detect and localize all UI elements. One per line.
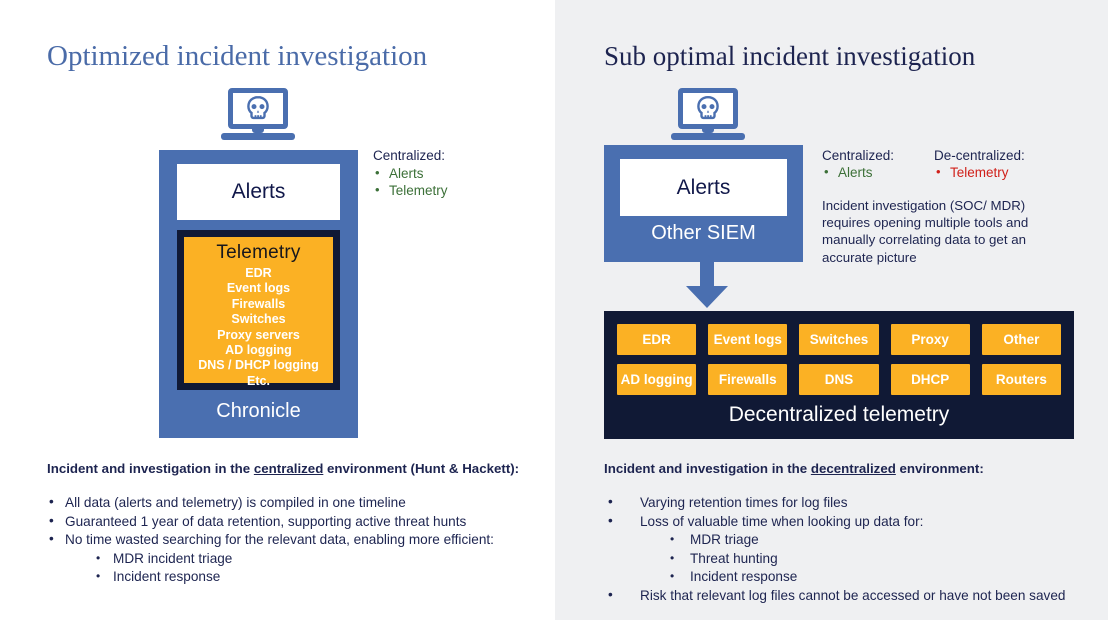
telemetry-tile: Firewalls <box>708 364 788 395</box>
telemetry-tile: EDR <box>617 324 697 355</box>
right-bullet-list: Varying retention times for log files Lo… <box>604 493 1065 606</box>
list-item: Incident response <box>47 567 494 587</box>
legend-item: Telemetry <box>934 163 1009 181</box>
investigation-note: Incident investigation (SOC/ MDR) requir… <box>822 198 1029 265</box>
telemetry-title: Telemetry <box>216 242 301 263</box>
telemetry-list: EDR Event logs Firewalls Switches Proxy … <box>184 266 333 389</box>
list-item: Guaranteed 1 year of data retention, sup… <box>47 512 494 532</box>
telemetry-tile: DHCP <box>890 364 970 395</box>
telemetry-item: Firewalls <box>231 296 286 311</box>
laptop-skull-icon <box>671 88 745 140</box>
decentralized-telemetry-caption: Decentralized telemetry <box>728 403 950 426</box>
decentralized-telemetry-panel: EDR Event logs Switches Proxy Other AD l… <box>604 311 1074 439</box>
right-title: Sub optimal incident investigation <box>604 41 976 71</box>
slide: Optimized incident investigation Alerts … <box>0 0 1108 620</box>
left-legend-heading: Centralized: <box>373 148 446 163</box>
right-body-heading: Incident and investigation in the decent… <box>604 461 984 476</box>
telemetry-tile: AD logging <box>617 364 697 395</box>
right-legend-centralized-list: Alerts <box>822 163 873 181</box>
left-legend-list: Alerts Telemetry <box>373 164 448 199</box>
telemetry-item: Etc. <box>247 373 270 388</box>
left-title: Optimized incident investigation <box>47 40 428 72</box>
telemetry-tile: Routers <box>981 364 1061 395</box>
heading-underlined: decentralized <box>810 461 896 476</box>
laptop-base <box>671 133 745 140</box>
telemetry-tile: Event logs <box>708 324 788 355</box>
right-legend-decentralized-heading: De-centralized: <box>934 148 1025 163</box>
heading-underlined: centralized <box>253 461 324 476</box>
right-legend-centralized-heading: Centralized: <box>822 148 895 163</box>
telemetry-item: AD logging <box>225 343 292 358</box>
chronicle-label: Chronicle <box>216 400 301 422</box>
heading-pre: Incident and investigation in the <box>604 461 811 476</box>
left-bullet-list: All data (alerts and telemetry) is compi… <box>47 493 494 587</box>
laptop-base <box>221 133 295 140</box>
legend-item: Alerts <box>373 164 448 182</box>
chronicle-container: Alerts Telemetry EDR Event logs Firewall… <box>159 150 358 438</box>
telemetry-item: Switches <box>231 312 286 327</box>
laptop-skull-icon <box>221 88 295 140</box>
telemetry-tile: DNS <box>799 364 879 395</box>
heading-post: environment: <box>895 461 984 476</box>
skull-icon <box>697 95 719 120</box>
telemetry-item: EDR <box>245 266 272 280</box>
telemetry-tile-grid: EDR Event logs Switches Proxy Other AD l… <box>617 324 1061 395</box>
alerts-box-left: Alerts <box>177 164 340 220</box>
telemetry-item: Proxy servers <box>217 327 300 342</box>
skull-icon <box>247 95 269 120</box>
down-arrow-icon <box>686 262 728 308</box>
legend-item: Telemetry <box>373 181 448 199</box>
list-item: MDR triage <box>604 530 1065 550</box>
list-item: Threat hunting <box>604 549 1065 569</box>
left-body-heading: Incident and investigation in the centra… <box>47 461 519 476</box>
list-item: MDR incident triage <box>47 549 494 569</box>
list-item: Varying retention times for log files <box>604 493 1065 513</box>
telemetry-tile: Other <box>981 324 1061 355</box>
telemetry-tile: Switches <box>799 324 879 355</box>
telemetry-item: DNS / DHCP logging <box>198 358 319 373</box>
telemetry-box: Telemetry EDR Event logs Firewalls Switc… <box>177 230 340 390</box>
list-item: Incident response <box>604 567 1065 587</box>
alerts-box-right: Alerts <box>620 159 787 216</box>
list-item: Risk that relevant log files cannot be a… <box>604 586 1065 606</box>
list-item: All data (alerts and telemetry) is compi… <box>47 493 494 513</box>
list-item: Loss of valuable time when looking up da… <box>604 512 1065 532</box>
right-legend-decentralized-list: Telemetry <box>934 163 1009 181</box>
list-item: No time wasted searching for the relevan… <box>47 530 494 550</box>
other-siem-container: Alerts Other SIEM <box>604 145 803 262</box>
legend-item: Alerts <box>822 163 873 181</box>
heading-post: environment (Hunt & Hackett): <box>323 461 520 476</box>
heading-pre: Incident and investigation in the <box>47 461 254 476</box>
telemetry-tile: Proxy <box>890 324 970 355</box>
telemetry-item: Event logs <box>226 281 291 296</box>
other-siem-label: Other SIEM <box>651 222 756 244</box>
